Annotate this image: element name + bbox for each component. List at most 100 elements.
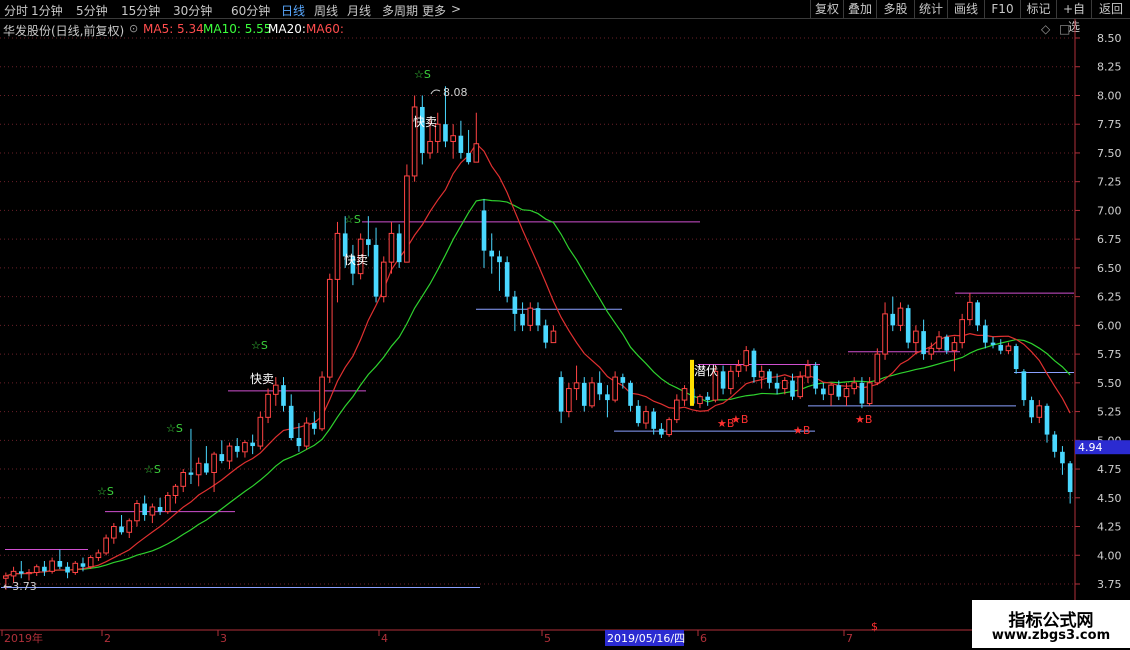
price-tick-label: 8.00 (1097, 89, 1122, 102)
candle-body (172, 485, 179, 496)
candle-body (936, 336, 942, 349)
candle-body (605, 394, 610, 401)
candle-body (550, 330, 557, 344)
price-tick-label: 4.00 (1097, 549, 1122, 562)
candle-body (272, 384, 279, 395)
candle-body (543, 325, 549, 343)
sell-star-label: ☆S (251, 339, 268, 352)
candle-body (49, 560, 55, 572)
candle-body (10, 570, 17, 577)
price-tick-label: 8.50 (1097, 32, 1122, 45)
candle-body (3, 575, 9, 579)
price-tick-label: 5.25 (1097, 406, 1122, 419)
price-tick-label: 5.50 (1097, 377, 1122, 390)
candle-body (1021, 371, 1027, 401)
candle-body (119, 526, 124, 533)
candle-body (558, 377, 564, 412)
candle-body (288, 405, 294, 439)
candle-body (767, 371, 772, 383)
candle-body (651, 411, 656, 429)
x-axis-label: 2019/05/16/四 (607, 632, 685, 645)
candle-body (164, 494, 171, 513)
candle-body (1060, 451, 1065, 464)
candle-body (998, 344, 1004, 351)
candle-body (944, 336, 950, 351)
candle-body (836, 385, 842, 397)
candle-body (65, 566, 70, 573)
quick-sell-label: 快卖 (344, 253, 368, 267)
candle-body (573, 382, 580, 390)
candle-body (1052, 434, 1058, 452)
candle-body (443, 124, 448, 142)
candle-body (951, 342, 958, 352)
candle-body (589, 382, 595, 407)
candle-body (312, 423, 317, 429)
candle-body (882, 313, 888, 355)
candle-body (921, 331, 926, 355)
candle-body (743, 350, 750, 367)
candle-body (928, 347, 935, 355)
candle-body (905, 308, 911, 343)
candle-body (111, 526, 117, 539)
price-tick-label: 4.75 (1097, 463, 1122, 476)
candle-body (890, 313, 896, 326)
candle-body (234, 446, 240, 452)
candle-body (821, 388, 826, 395)
candle-body (1036, 405, 1043, 418)
candle-body (697, 396, 703, 405)
candle-body (72, 562, 79, 574)
candlestick-chart[interactable]: 8.50 8.25 8.00 7.75 7.50 7.25 7.00 6.75 6.50 6.25… (0, 0, 1130, 650)
candle-body (489, 250, 495, 257)
price-tick-label: 8.25 (1097, 61, 1122, 74)
candle-body (281, 385, 286, 406)
site-watermark: 指标公式网 www.zbgs3.com (972, 600, 1130, 648)
candle-body (774, 382, 780, 389)
candle-body (149, 506, 156, 516)
candle-body (26, 572, 32, 575)
candle-body (520, 313, 525, 326)
candle-body (458, 135, 464, 153)
price-tick-label: 4.25 (1097, 521, 1122, 534)
price-tick-label: 3.75 (1097, 578, 1122, 591)
sell-star-label: ☆S (97, 485, 114, 498)
candle-body (257, 416, 264, 447)
candle-body (705, 396, 710, 401)
candle-body (250, 442, 255, 447)
price-tick-label: 7.25 (1097, 176, 1122, 189)
x-axis-label: 5 (544, 632, 551, 645)
candle-body (913, 330, 919, 344)
candle-body (566, 388, 572, 413)
candle-body (95, 552, 102, 559)
candle-body (142, 503, 147, 516)
candle-body (797, 376, 804, 398)
candle-body (373, 244, 379, 297)
candle-body (427, 140, 433, 154)
candle-body (388, 232, 395, 263)
candle-body (758, 370, 765, 378)
price-tick-label: 4.50 (1097, 492, 1122, 505)
sell-star-label: ☆S (144, 463, 161, 476)
candle-body (512, 296, 518, 314)
candle-body (781, 380, 788, 390)
candle-body (790, 380, 795, 397)
candle-body (597, 382, 603, 395)
candle-body (990, 342, 996, 345)
candle-body (103, 537, 109, 554)
high-marker-arrow (430, 89, 441, 95)
x-axis-label: 3 (220, 632, 227, 645)
candle-body (628, 382, 633, 406)
candle-body (620, 377, 626, 383)
lurk-label: 潜伏 (694, 364, 718, 378)
sell-star-label: ☆S (166, 422, 183, 435)
candle-body (674, 399, 680, 421)
price-tick-label: 6.50 (1097, 262, 1122, 275)
candle-body (1029, 400, 1034, 418)
candle-body (219, 454, 225, 462)
candle-body (211, 453, 217, 474)
candle-body (805, 365, 811, 378)
price-tick-label: 7.00 (1097, 204, 1122, 217)
high-price-label: 8.08 (443, 86, 468, 99)
candle-body (303, 422, 310, 447)
low-price-label: ←3.73 (3, 580, 37, 593)
candle-body (204, 463, 209, 473)
